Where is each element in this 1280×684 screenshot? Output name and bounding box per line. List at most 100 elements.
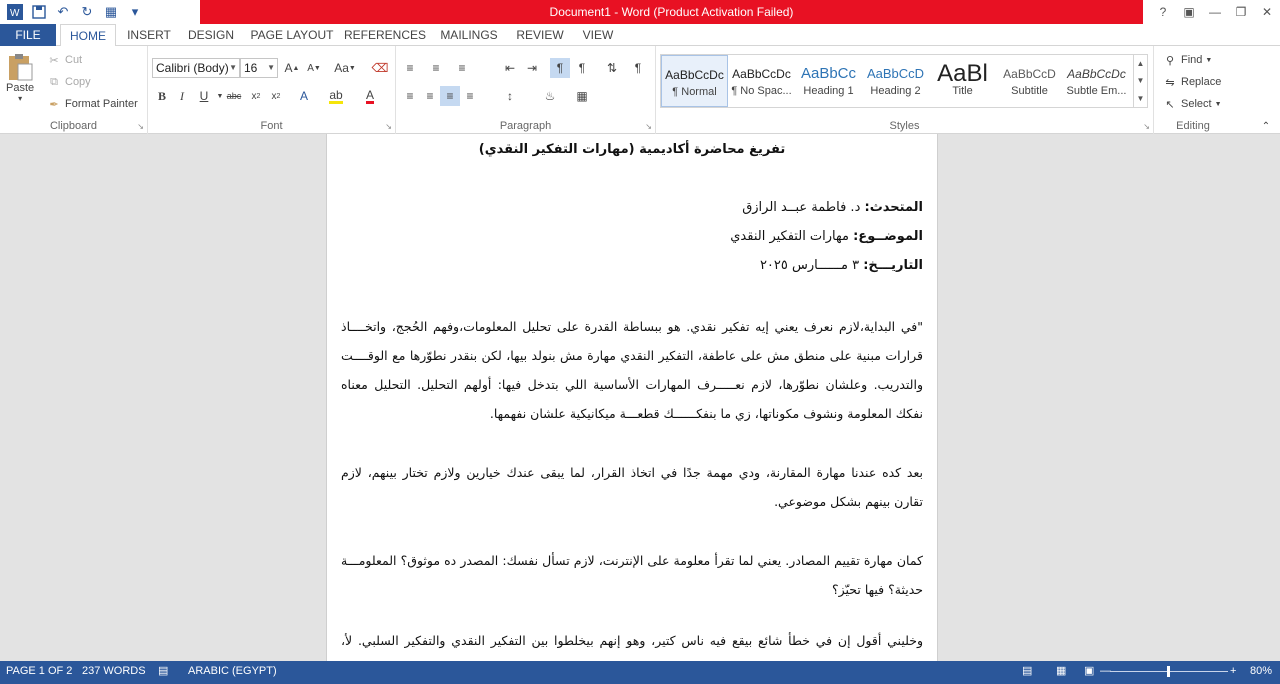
tab-insert[interactable]: INSERT — [122, 24, 176, 46]
word-logo-icon: W — [6, 3, 24, 21]
subscript-button[interactable]: x2 — [246, 86, 266, 106]
more-styles-icon[interactable]: ▼ — [1137, 94, 1145, 103]
find-button[interactable]: ⚲ Find ▼ — [1162, 52, 1212, 68]
window-controls: ? ▣ — ❐ ✕ — [1150, 0, 1280, 24]
style-subtle-emphasis[interactable]: AaBbCcDc Subtle Em... — [1063, 55, 1130, 107]
italic-button[interactable]: I — [172, 86, 192, 106]
style-preview: AaBbCcD — [1003, 67, 1056, 81]
tab-mailings[interactable]: MAILINGS — [434, 24, 504, 46]
styles-scroll[interactable]: ▲ ▼ ▼ — [1133, 55, 1147, 107]
ribbon-display-icon[interactable]: ▣ — [1176, 0, 1202, 24]
tab-file[interactable]: FILE — [0, 24, 56, 46]
superscript-button[interactable]: x2 — [266, 86, 286, 106]
tab-design[interactable]: DESIGN — [182, 24, 240, 46]
borders-icon[interactable]: ▦ — [572, 86, 592, 106]
restore-icon[interactable]: ❐ — [1228, 0, 1254, 24]
redo-icon[interactable]: ↻ — [78, 3, 96, 21]
date-value: ٣ مــــــارس ٢٠٢٥ — [759, 258, 864, 273]
chevron-down-icon[interactable]: ▼ — [1137, 76, 1145, 85]
font-name-dropdown-icon[interactable]: ▼ — [229, 59, 237, 77]
style-subtitle[interactable]: AaBbCcD Subtitle — [996, 55, 1063, 107]
sort-icon[interactable]: ⇅ — [602, 58, 622, 78]
paragraph-1: "في البداية،لازم نعرف يعني إيه تفكير نقد… — [341, 319, 923, 421]
font-launcher-icon[interactable]: ↘ — [385, 122, 392, 131]
copy-button[interactable]: ⧉ Copy — [46, 74, 91, 90]
clipboard-launcher-icon[interactable]: ↘ — [137, 122, 144, 131]
web-layout-icon[interactable]: ▣ — [1084, 661, 1094, 682]
bold-button[interactable]: B — [152, 86, 172, 106]
binoculars-icon: ⚲ — [1165, 54, 1175, 67]
multilevel-list-icon[interactable]: ≡ — [452, 58, 472, 78]
paragraph-group: ≡ ≡ ≡ ⇤ ⇥ ¶ ¶ ⇅ ¶ ≡ ≡ ≡ ≡ ↕ ♨ ▦ Paragrap… — [396, 46, 656, 134]
zoom-slider-thumb[interactable] — [1167, 666, 1170, 677]
change-case-button[interactable]: Aa ▼ — [330, 58, 360, 78]
right-to-left-icon[interactable]: ¶ — [572, 58, 592, 78]
close-icon[interactable]: ✕ — [1254, 0, 1280, 24]
tab-review[interactable]: REVIEW — [512, 24, 568, 46]
paste-button[interactable]: Paste ▾ — [6, 52, 34, 103]
bullets-icon[interactable]: ≡ — [400, 58, 420, 78]
tab-page-layout[interactable]: PAGE LAYOUT — [248, 24, 336, 46]
align-center-icon[interactable]: ≡ — [420, 86, 440, 106]
help-icon[interactable]: ? — [1150, 0, 1176, 24]
font-size-combo[interactable]: 16 ▼ — [240, 58, 278, 78]
layout-icon[interactable]: ▦ — [102, 3, 120, 21]
font-color-icon[interactable]: A — [360, 86, 380, 106]
customize-qat-icon[interactable]: ▾ — [126, 3, 144, 21]
chevron-up-icon[interactable]: ▲ — [1137, 59, 1145, 68]
cut-button[interactable]: ✂ Cut — [46, 52, 82, 68]
tab-view[interactable]: VIEW — [576, 24, 620, 46]
grow-font-button[interactable]: A ▲ — [282, 58, 302, 78]
page-count[interactable]: PAGE 1 OF 2 — [6, 661, 72, 682]
highlight-icon[interactable]: ab — [326, 86, 346, 106]
language[interactable]: ARABIC (EGYPT) — [188, 661, 277, 682]
clear-formatting-icon[interactable]: ⌫ — [370, 58, 390, 78]
tab-home[interactable]: HOME — [60, 24, 116, 47]
save-icon[interactable] — [30, 3, 48, 21]
shading-icon[interactable]: ♨ — [540, 86, 560, 106]
styles-launcher-icon[interactable]: ↘ — [1143, 122, 1150, 131]
style-title[interactable]: AaBl Title — [929, 55, 996, 107]
copy-label: Copy — [65, 76, 91, 88]
style-normal[interactable]: AaBbCcDc ¶ Normal — [661, 55, 728, 107]
collapse-ribbon-icon[interactable]: ⌃ — [1256, 116, 1276, 136]
style-name: Heading 2 — [870, 85, 921, 97]
clipboard-group: Paste ▾ ✂ Cut ⧉ Copy ✒ Format Painter Clipb… — [0, 46, 148, 134]
proofing-icon[interactable]: ▤ — [158, 661, 168, 682]
read-mode-icon[interactable]: ▤ — [1022, 661, 1032, 682]
paragraph-launcher-icon[interactable]: ↘ — [645, 122, 652, 131]
paste-icon — [9, 54, 33, 81]
print-layout-icon[interactable]: ▦ — [1056, 661, 1066, 682]
font-size-dropdown-icon[interactable]: ▼ — [267, 59, 275, 77]
select-button[interactable]: ↖ Select ▼ — [1162, 96, 1221, 112]
format-painter-button[interactable]: ✒ Format Painter — [46, 96, 137, 112]
style-heading-2[interactable]: AaBbCcD Heading 2 — [862, 55, 929, 107]
style-no-spacing[interactable]: AaBbCcDc ¶ No Spac... — [728, 55, 795, 107]
left-to-right-icon[interactable]: ¶ — [550, 58, 570, 78]
decrease-indent-icon[interactable]: ⇤ — [500, 58, 520, 78]
word-count[interactable]: 237 WORDS — [82, 661, 146, 682]
numbering-icon[interactable]: ≡ — [426, 58, 446, 78]
tab-references[interactable]: REFERENCES — [344, 24, 426, 46]
text-effects-icon[interactable]: A — [294, 86, 314, 106]
zoom-level[interactable]: 80% — [1250, 661, 1272, 682]
minimize-icon[interactable]: — — [1202, 0, 1228, 24]
line-spacing-icon[interactable]: ↕ — [500, 86, 520, 106]
editing-label: Editing — [1176, 120, 1210, 132]
show-marks-icon[interactable]: ¶ — [628, 58, 648, 78]
font-name-combo[interactable]: Calibri (Body) ▼ — [152, 58, 240, 78]
shrink-font-button[interactable]: A ▼ — [304, 58, 324, 78]
increase-indent-icon[interactable]: ⇥ — [522, 58, 542, 78]
style-preview: AaBl — [937, 63, 988, 85]
align-right-icon[interactable]: ≡ — [440, 86, 460, 106]
replace-button[interactable]: ⇋ Replace — [1162, 74, 1221, 90]
undo-icon[interactable]: ↶ — [54, 3, 72, 21]
align-left-icon[interactable]: ≡ — [400, 86, 420, 106]
paste-dropdown-icon[interactable]: ▾ — [18, 94, 22, 103]
style-heading-1[interactable]: AaBbCc Heading 1 — [795, 55, 862, 107]
strikethrough-button[interactable]: abc — [224, 86, 244, 106]
zoom-in-icon[interactable]: + — [1230, 661, 1236, 682]
justify-icon[interactable]: ≡ — [460, 86, 480, 106]
document-page[interactable]: تفريغ محاضرة أكاديمية (مهارات التفكير ال… — [326, 134, 938, 661]
find-dropdown-icon: ▼ — [1205, 56, 1213, 64]
